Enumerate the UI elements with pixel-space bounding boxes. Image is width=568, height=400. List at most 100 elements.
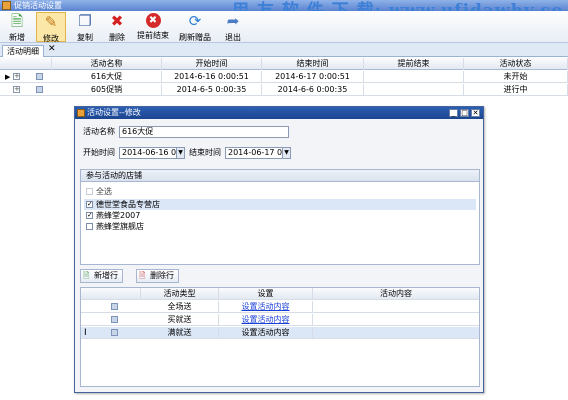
activity-name-label: 活动名称 <box>83 127 115 136</box>
delete-row-icon: 🗎 <box>139 271 146 280</box>
cell-start[interactable]: 2014-6-5 0:00:35 <box>162 84 262 96</box>
store-row[interactable]: ✓ 德世堂食品专营店 <box>84 199 476 210</box>
cell-early-end[interactable] <box>364 71 464 83</box>
row-selector-icon: ▶ <box>5 73 11 81</box>
app-icon <box>2 1 11 10</box>
store-row[interactable]: ✓ 燕蜂堂2007 <box>84 210 140 221</box>
column-header-start[interactable]: 开始时间 <box>162 58 262 70</box>
tab-activity-detail[interactable]: 活动明细 <box>2 45 44 57</box>
delete-row-label: 删除行 <box>150 271 174 280</box>
delete-icon: ✖ <box>110 12 124 30</box>
column-header-name[interactable]: 活动名称 <box>52 58 162 70</box>
column-header-end[interactable]: 结束时间 <box>262 58 364 70</box>
table-row[interactable]: 买就送 设置活动内容 <box>81 314 479 326</box>
set-content-link[interactable]: 设置活动内容 <box>219 301 313 313</box>
cell-type[interactable]: 买就送 <box>141 314 219 326</box>
add-label: 新增 <box>9 33 25 42</box>
add-row-icon: 🗎 <box>83 271 90 280</box>
sub-header-spacer <box>81 288 141 300</box>
cell-end[interactable]: 2014-6-6 0:00:35 <box>262 84 364 96</box>
dialog-app-icon <box>77 109 85 117</box>
store-name: 燕蜂堂旗舰店 <box>96 222 144 231</box>
close-icon[interactable]: ✕ <box>471 109 480 117</box>
cell-name[interactable]: 616大促 <box>52 71 162 83</box>
delete-row-button[interactable]: 🗎 删除行 <box>136 269 179 283</box>
early-end-button[interactable]: ✖ 提前结束 <box>134 12 172 42</box>
cell-type[interactable]: 全场送 <box>141 301 219 313</box>
dialog-titlebar: 活动设置--修改 _ □ ✕ <box>75 107 483 119</box>
start-time-label: 开始时间 <box>83 148 115 157</box>
grid-header: 活动名称 开始时间 结束时间 提前结束 活动状态 <box>0 58 568 70</box>
cell-name[interactable]: 605促销 <box>52 84 162 96</box>
set-content-link[interactable]: 设置活动内容 <box>219 327 313 339</box>
store-row[interactable]: 燕蜂堂旗舰店 <box>84 221 144 232</box>
row-lock-icon <box>36 86 43 93</box>
activity-name-input[interactable]: 616大促 <box>119 126 289 138</box>
column-header-status[interactable]: 活动状态 <box>464 58 568 70</box>
chevron-down-icon[interactable]: ▼ <box>176 148 184 158</box>
expand-icon[interactable]: + <box>13 86 20 93</box>
column-header-setting[interactable]: 设置 <box>219 288 313 300</box>
refresh-icon: ⟳ <box>188 12 202 30</box>
activity-edit-dialog: 活动设置--修改 _ □ ✕ 活动名称 616大促 开始时间 2014-06-1… <box>74 106 484 393</box>
close-icon[interactable]: ✕ <box>48 44 56 55</box>
cell-end[interactable]: 2014-6-17 0:00:51 <box>262 71 364 83</box>
copy-label: 复制 <box>77 33 93 42</box>
maximize-icon[interactable]: □ <box>460 109 469 117</box>
cell-content[interactable] <box>313 314 479 326</box>
window-title: 促销活动设置 <box>14 1 62 10</box>
cell-type[interactable]: 满就送 <box>141 327 219 339</box>
text-cursor-icon: I <box>84 328 87 338</box>
add-button[interactable]: 🗎 新增 <box>2 12 32 43</box>
select-all-checkbox[interactable] <box>86 188 93 195</box>
dialog-title: 活动设置--修改 <box>87 108 141 117</box>
minimize-icon[interactable]: _ <box>449 109 458 117</box>
cell-start[interactable]: 2014-6-16 0:00:51 <box>162 71 262 83</box>
cell-status[interactable]: 进行中 <box>464 84 568 96</box>
stop-icon: ✖ <box>145 13 161 28</box>
row-lock-icon <box>111 303 118 310</box>
row-lock-icon <box>36 73 43 80</box>
column-header-early-end[interactable]: 提前结束 <box>364 58 464 70</box>
table-row[interactable]: + 605促销 2014-6-5 0:00:35 2014-6-6 0:00:3… <box>0 84 568 96</box>
add-doc-icon: 🗎 <box>10 12 24 30</box>
column-header-content[interactable]: 活动内容 <box>313 288 479 300</box>
delete-button[interactable]: ✖ 删除 <box>102 12 132 43</box>
store-checkbox[interactable]: ✓ <box>86 212 93 219</box>
row-lock-icon <box>111 316 118 323</box>
exit-label: 退出 <box>225 33 241 42</box>
cell-content[interactable] <box>313 301 479 313</box>
table-row[interactable]: I 满就送 设置活动内容 <box>81 327 479 339</box>
activity-type-grid: 活动类型 设置 活动内容 全场送 设置活动内容 买就送 设置活动内容 I 满就送… <box>80 287 480 387</box>
end-time-picker[interactable]: 2014-06-17 0( ▼ <box>225 147 291 159</box>
table-row[interactable]: ▶ + 616大促 2014-6-16 0:00:51 2014-6-17 0:… <box>0 71 568 83</box>
select-all-label: 全选 <box>96 187 112 196</box>
set-content-link[interactable]: 设置活动内容 <box>219 314 313 326</box>
refresh-gifts-button[interactable]: ⟳ 刷新赠品 <box>176 12 214 43</box>
stores-group-header: 参与活动的店铺 <box>81 170 479 182</box>
copy-button[interactable]: ❐ 复制 <box>70 12 100 43</box>
sub-grid-header: 活动类型 设置 活动内容 <box>81 288 479 300</box>
start-time-picker[interactable]: 2014-06-16 0( ▼ <box>119 147 185 159</box>
document-tabstrip: 活动明细 ✕ <box>0 43 568 57</box>
cell-early-end[interactable] <box>364 84 464 96</box>
column-header-type[interactable]: 活动类型 <box>141 288 219 300</box>
store-checkbox[interactable] <box>86 223 93 230</box>
add-row-button[interactable]: 🗎 新增行 <box>80 269 123 283</box>
delete-label: 删除 <box>109 33 125 42</box>
store-checkbox[interactable]: ✓ <box>86 201 93 208</box>
expand-icon[interactable]: + <box>13 73 20 80</box>
table-row[interactable]: 全场送 设置活动内容 <box>81 301 479 313</box>
store-name: 德世堂食品专营店 <box>96 200 160 209</box>
chevron-down-icon[interactable]: ▼ <box>282 148 290 158</box>
edit-button[interactable]: ✎ 修改 <box>36 12 66 43</box>
select-all-row[interactable]: 全选 <box>84 186 112 197</box>
exit-button[interactable]: ➦ 退出 <box>218 12 248 43</box>
cell-content[interactable] <box>313 327 479 339</box>
add-row-label: 新增行 <box>94 271 118 280</box>
cell-status[interactable]: 未开始 <box>464 71 568 83</box>
stores-group: 参与活动的店铺 全选 ✓ 德世堂食品专营店 ✓ 燕蜂堂2007 燕蜂堂旗舰店 <box>80 169 480 265</box>
store-name: 燕蜂堂2007 <box>96 211 141 220</box>
start-time-value: 2014-06-16 0( <box>122 148 180 157</box>
row-lock-icon <box>111 329 118 336</box>
